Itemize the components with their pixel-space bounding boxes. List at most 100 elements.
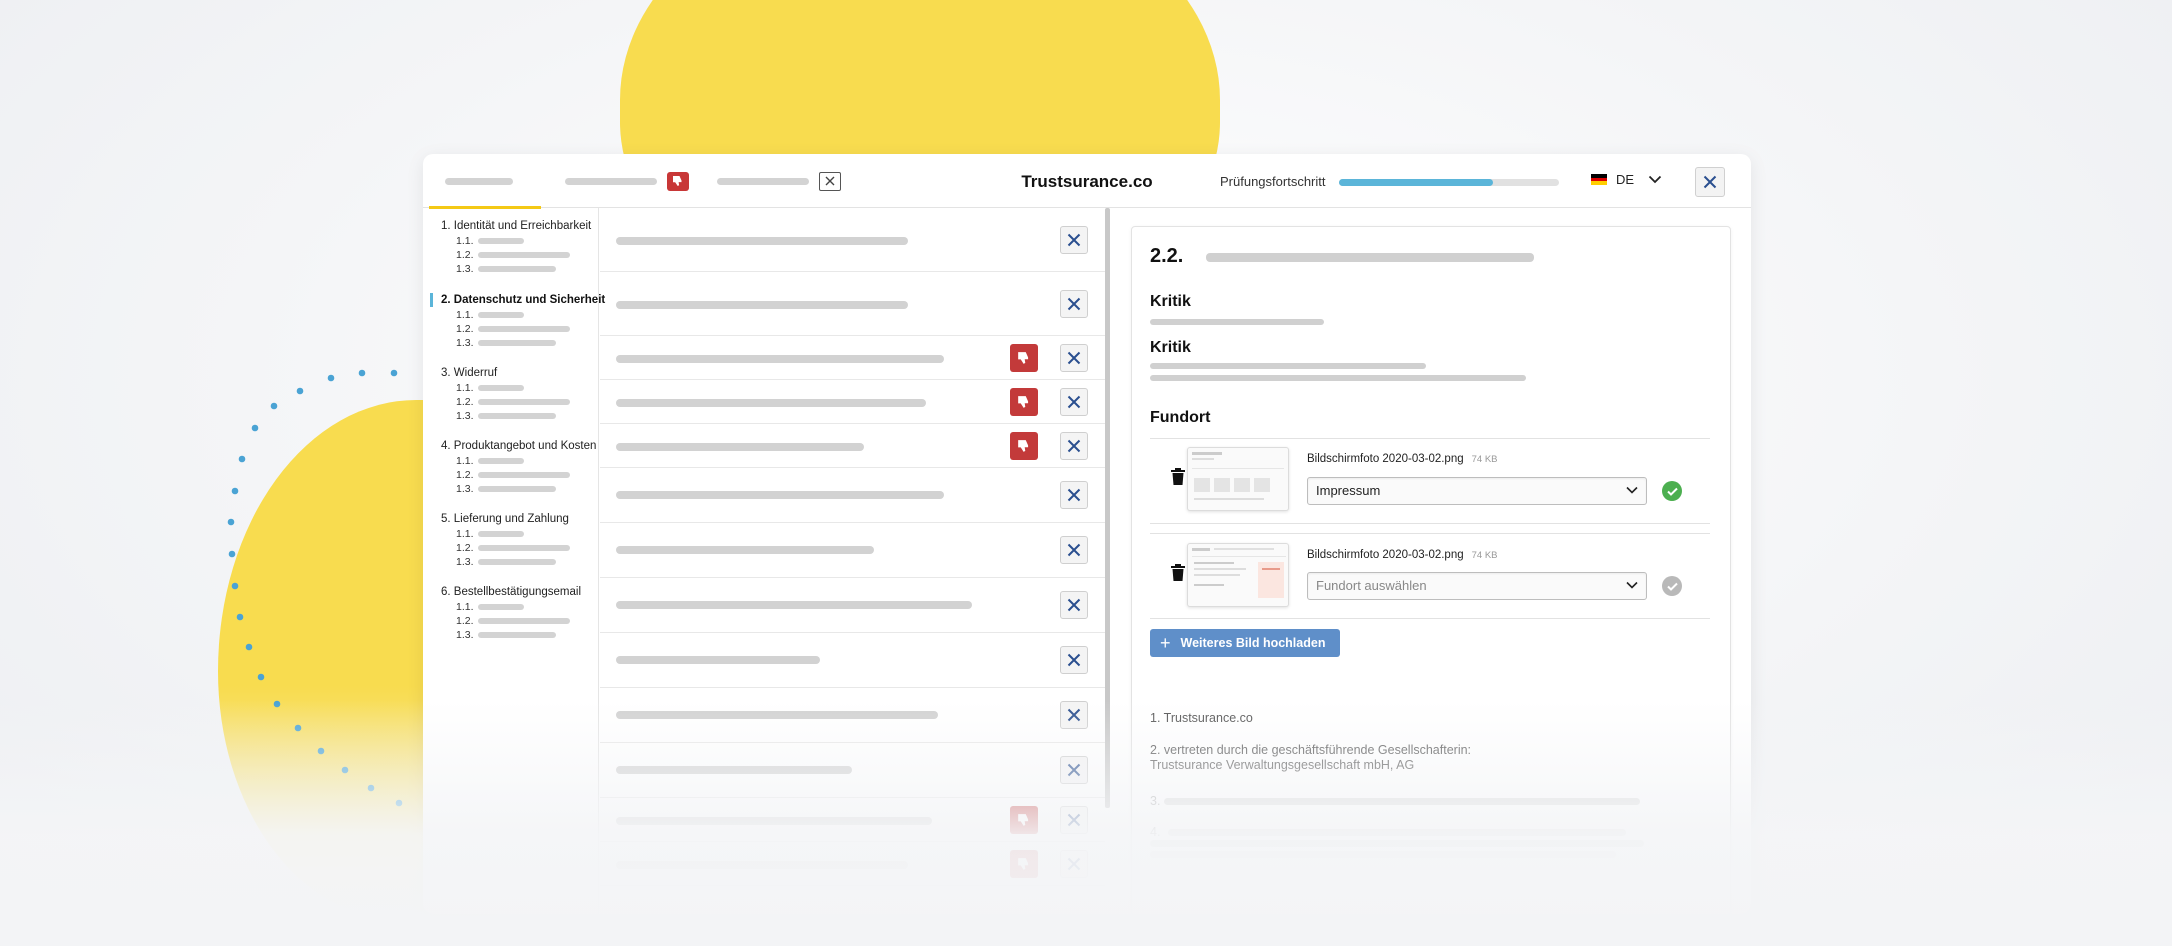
criteria-text-placeholder <box>616 546 874 554</box>
criteria-row[interactable] <box>600 798 1105 842</box>
sidebar-subitem[interactable]: 1.3. <box>423 409 599 423</box>
sidebar-subitem[interactable]: 1.1. <box>423 527 599 541</box>
dismiss-button[interactable] <box>1060 432 1088 460</box>
trash-icon[interactable] <box>1170 563 1186 582</box>
subitem-number: 1.3. <box>456 629 474 641</box>
criteria-row[interactable] <box>600 688 1105 743</box>
imprint-line: 1. Trustsurance.co <box>1150 711 1253 725</box>
sidebar-section-title[interactable]: 3. Widerruf <box>423 365 599 381</box>
close-icon <box>1067 763 1081 777</box>
thumbs-down-icon <box>1018 814 1029 826</box>
criteria-row[interactable] <box>600 272 1105 336</box>
sidebar-subitem[interactable]: 1.2. <box>423 248 599 262</box>
dismiss-button[interactable] <box>1060 481 1088 509</box>
criteria-row[interactable] <box>600 208 1105 272</box>
sidebar-section-title[interactable]: 6. Bestellbestätigungsemail <box>423 584 599 600</box>
criteria-row[interactable] <box>600 424 1105 468</box>
close-icon <box>1067 297 1081 311</box>
sidebar-section-title[interactable]: 2. Datenschutz und Sicherheit <box>423 292 605 308</box>
subitem-number: 1.2. <box>456 542 474 554</box>
criteria-row[interactable] <box>600 578 1105 633</box>
sidebar-section-1[interactable]: 1. Identität und Erreichbarkeit 1.1. 1.2… <box>423 218 599 276</box>
divider <box>1150 533 1710 534</box>
sidebar-subitem[interactable]: 1.3. <box>423 262 599 276</box>
divider <box>1150 523 1710 524</box>
criteria-row[interactable] <box>600 842 1105 886</box>
upload-image-button[interactable]: + Weiteres Bild hochladen <box>1150 629 1340 657</box>
language-selector[interactable]: DE <box>1591 172 1662 187</box>
dismiss-button[interactable] <box>1060 591 1088 619</box>
criteria-row[interactable] <box>600 523 1105 578</box>
screenshot-thumbnail[interactable] <box>1187 447 1289 511</box>
subitem-number: 1.2. <box>456 249 474 261</box>
sidebar-subitem[interactable]: 1.1. <box>423 234 599 248</box>
reject-button[interactable] <box>1010 344 1038 372</box>
reject-button[interactable] <box>1010 850 1038 878</box>
sidebar-subitem[interactable]: 1.3. <box>423 482 599 496</box>
imprint-number: 4. <box>1150 825 1161 839</box>
subitem-number: 1.2. <box>456 396 474 408</box>
chevron-down-icon <box>1648 175 1662 184</box>
sidebar-subitem[interactable]: 1.2. <box>423 614 599 628</box>
sidebar-subitem[interactable]: 1.2. <box>423 541 599 555</box>
reject-button[interactable] <box>1010 388 1038 416</box>
top-bar: Trustsurance.co Prüfungsfortschritt DE <box>423 154 1751 209</box>
criterion-number: 2.2. <box>1150 245 1184 267</box>
sidebar-section-title[interactable]: 1. Identität und Erreichbarkeit <box>423 218 599 234</box>
thumbs-down-icon <box>1018 352 1029 364</box>
sidebar-subitem[interactable]: 1.3. <box>423 555 599 569</box>
sidebar-subitem[interactable]: 1.2. <box>423 395 599 409</box>
dismiss-button[interactable] <box>1060 388 1088 416</box>
sidebar-section-3[interactable]: 3. Widerruf 1.1. 1.2. 1.3. <box>423 365 599 423</box>
sidebar-subitem[interactable]: 1.1. <box>423 600 599 614</box>
sidebar-section-5[interactable]: 5. Lieferung und Zahlung 1.1. 1.2. 1.3. <box>423 511 599 569</box>
subitem-number: 1.3. <box>456 410 474 422</box>
criteria-text-placeholder <box>616 601 972 609</box>
dismiss-button[interactable] <box>1060 344 1088 372</box>
subitem-number: 1.3. <box>456 556 474 568</box>
sidebar-section-6[interactable]: 6. Bestellbestätigungsemail 1.1. 1.2. 1.… <box>423 584 599 642</box>
criteria-row[interactable] <box>600 468 1105 523</box>
dismiss-button[interactable] <box>1060 290 1088 318</box>
criteria-row[interactable] <box>600 743 1105 798</box>
fundort-select[interactable]: Impressum <box>1307 477 1647 505</box>
dismiss-button[interactable] <box>1060 646 1088 674</box>
plus-icon: + <box>1160 633 1171 653</box>
sidebar-section-4[interactable]: 4. Produktangebot und Kosten 1.1. 1.2. 1… <box>423 438 599 496</box>
sidebar-section-2[interactable]: 2. Datenschutz und Sicherheit 1.1. 1.2. … <box>423 292 605 350</box>
sidebar-subitem[interactable]: 1.1. <box>423 381 599 395</box>
app-window: Trustsurance.co Prüfungsfortschritt DE 1… <box>423 154 1751 914</box>
reject-button[interactable] <box>1010 432 1038 460</box>
sidebar-subitem[interactable]: 1.2. <box>423 468 599 482</box>
dismiss-button[interactable] <box>1060 806 1088 834</box>
screenshot-thumbnail[interactable] <box>1187 543 1289 607</box>
sidebar-section-title[interactable]: 5. Lieferung und Zahlung <box>423 511 599 527</box>
sidebar-subitem[interactable]: 1.2. <box>423 322 599 336</box>
kritik-text-placeholder <box>1150 363 1426 369</box>
sidebar-subitem[interactable]: 1.1. <box>423 308 599 322</box>
close-window-button[interactable] <box>1695 167 1725 197</box>
fundort-select[interactable]: Fundort auswählen <box>1307 572 1647 600</box>
dismiss-button[interactable] <box>1060 850 1088 878</box>
sidebar-subitem[interactable]: 1.1. <box>423 454 599 468</box>
trash-icon[interactable] <box>1170 467 1186 486</box>
dismiss-button[interactable] <box>1060 701 1088 729</box>
subitem-number: 1.3. <box>456 263 474 275</box>
dismiss-button[interactable] <box>1060 226 1088 254</box>
criteria-row[interactable] <box>600 633 1105 688</box>
sidebar-subitem[interactable]: 1.3. <box>423 628 599 642</box>
criteria-row[interactable] <box>600 380 1105 424</box>
divider <box>1150 438 1710 439</box>
list-scrollbar[interactable] <box>1105 208 1110 808</box>
criteria-row[interactable] <box>600 336 1105 380</box>
subitem-label-placeholder <box>478 604 524 610</box>
screenshot-preview-image <box>1192 548 1286 598</box>
dismiss-button[interactable] <box>1060 756 1088 784</box>
subitem-number: 1.1. <box>456 235 474 247</box>
thumbs-down-icon <box>1018 440 1029 452</box>
sidebar-section-title[interactable]: 4. Produktangebot und Kosten <box>423 438 599 454</box>
dismiss-button[interactable] <box>1060 536 1088 564</box>
sidebar-subitem[interactable]: 1.3. <box>423 336 599 350</box>
reject-button[interactable] <box>1010 806 1038 834</box>
close-icon <box>1067 598 1081 612</box>
